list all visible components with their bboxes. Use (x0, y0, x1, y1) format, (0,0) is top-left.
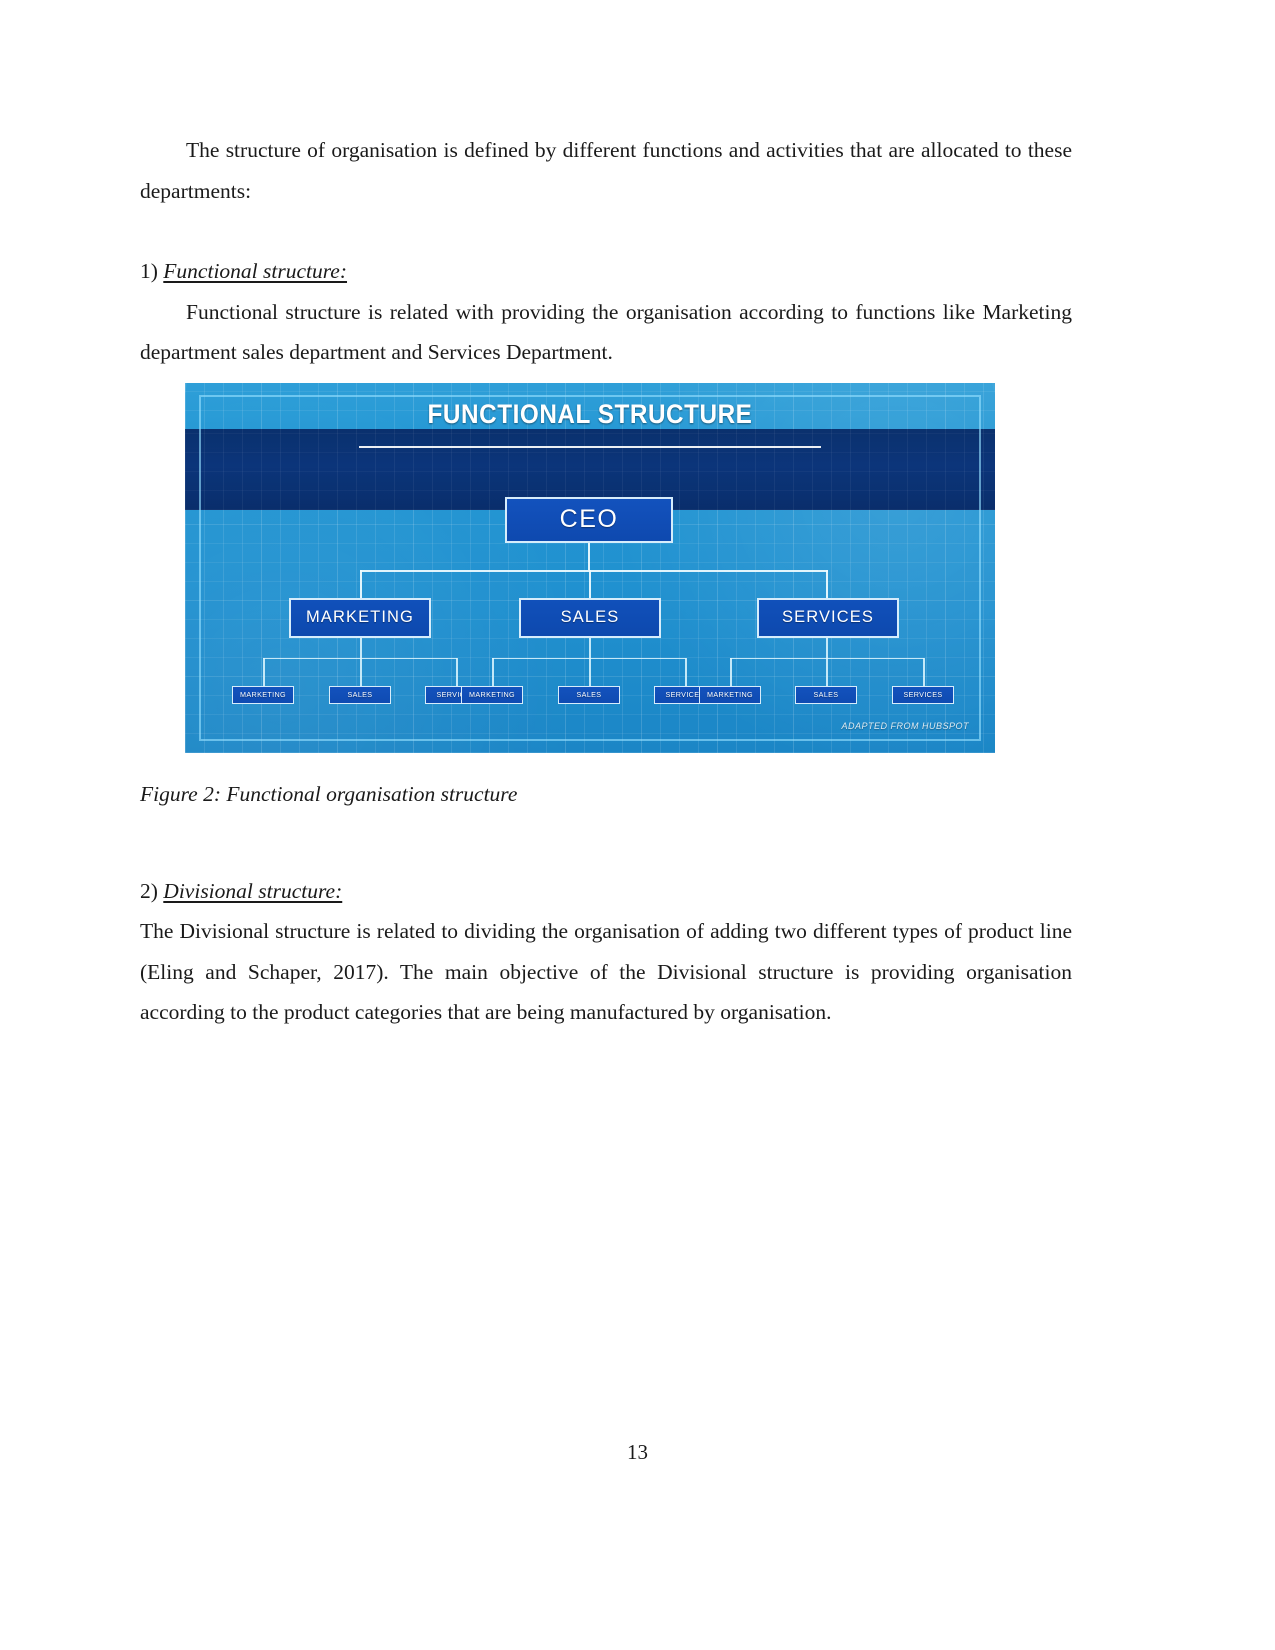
org-leaf-a-marketing: MARKETING (232, 685, 294, 704)
divisional-structure-paragraph: The Divisional structure is related to d… (140, 919, 1072, 1024)
heading-title: Divisional structure: (163, 878, 343, 903)
heading-functional-structure: 1) Functional structure: (140, 251, 1072, 292)
connector-branch-c-drop-1 (730, 657, 732, 686)
connector-branch-a-stem (360, 637, 362, 658)
heading-number: 1) (140, 259, 158, 283)
figure-caption: Figure 2: Functional organisation struct… (140, 781, 518, 806)
org-leaf-b-sales: SALES (558, 685, 620, 704)
connector-level2-drop-a (360, 569, 362, 598)
document-page: The structure of organisation is defined… (0, 0, 1275, 1650)
page-content: The structure of organisation is defined… (140, 130, 1072, 1033)
connector-level2-drop-b (589, 569, 591, 598)
page-number: 13 (627, 1440, 648, 1464)
connector-branch-a-drop-1 (263, 657, 265, 686)
org-node-ceo: CEO (505, 496, 673, 543)
org-leaf-b-marketing: MARKETING (461, 685, 523, 704)
diagram-title: FUNCTIONAL STRUCTURE (427, 398, 753, 429)
connector-branch-c-stem (826, 637, 828, 658)
connector-branch-c-drop-2 (826, 657, 828, 686)
connector-branch-b-drop-3 (685, 657, 687, 686)
connector-level2-bus (360, 569, 828, 572)
figure-image: FUNCTIONAL STRUCTURE CEO MARKETING SALES… (185, 382, 995, 753)
connector-branch-a-drop-2 (360, 657, 362, 686)
connector-branch-c-drop-3 (923, 657, 925, 686)
intro-paragraph: The structure of organisation is defined… (140, 138, 1072, 203)
figure-functional-structure: FUNCTIONAL STRUCTURE CEO MARKETING SALES… (140, 382, 1072, 809)
org-node-sales: SALES (519, 597, 661, 638)
connector-branch-a-drop-3 (456, 657, 458, 686)
heading-divisional-structure: 2) Divisional structure: (140, 871, 1072, 912)
connector-level2-drop-c (826, 569, 828, 598)
org-leaf-c-services: SERVICES (892, 685, 954, 704)
org-leaf-c-marketing: MARKETING (699, 685, 761, 704)
org-leaf-c-sales: SALES (795, 685, 857, 704)
org-node-marketing: MARKETING (289, 597, 431, 638)
connector-branch-b-drop-2 (589, 657, 591, 686)
heading-number: 2) (140, 878, 158, 903)
diagram-title-rule (359, 445, 821, 448)
org-node-services: SERVICES (757, 597, 899, 638)
diagram-credit: ADAPTED FROM HUBSPOT (841, 720, 969, 731)
heading-title: Functional structure: (163, 259, 348, 283)
connector-branch-b-drop-1 (492, 657, 494, 686)
connector-branch-b-stem (589, 637, 591, 658)
connector-ceo-stem (588, 542, 590, 570)
functional-structure-paragraph: Functional structure is related with pro… (140, 299, 1072, 365)
org-leaf-a-sales: SALES (329, 685, 391, 704)
